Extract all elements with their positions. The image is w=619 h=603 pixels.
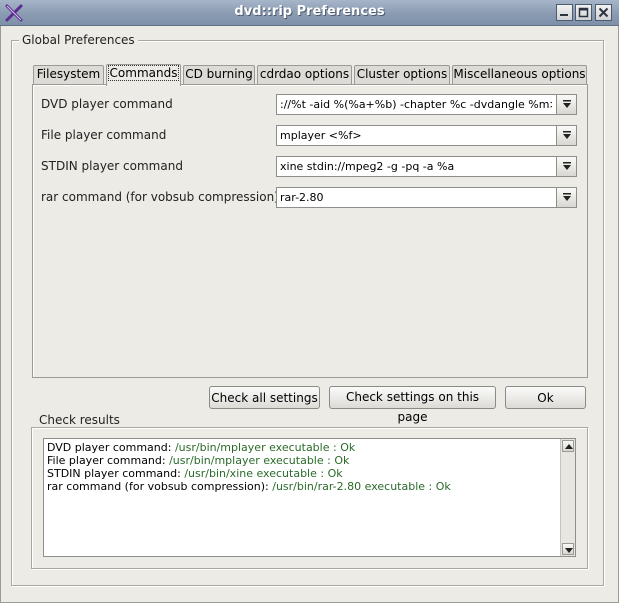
stdin-player-command-input[interactable] [277,157,555,176]
maximize-button[interactable] [575,4,592,21]
global-preferences-label: Global Preferences [19,33,138,47]
stdin-player-command-label: STDIN player command [41,159,183,173]
tab-cdrdao-options[interactable]: cdrdao options [257,65,352,85]
check-results-text: DVD player command: /usr/bin/mplayer exe… [47,441,451,493]
close-icon [598,7,609,18]
chevron-down-icon [563,100,571,108]
tab-commands[interactable]: Commands [106,64,181,86]
scroll-down-button[interactable] [562,543,574,555]
window-title: dvd::rip Preferences [234,4,385,19]
result-line: DVD player command: /usr/bin/mplayer exe… [47,441,356,454]
minimize-icon [560,14,568,16]
result-line: STDIN player command: /usr/bin/xine exec… [47,467,343,480]
file-player-command-input[interactable] [277,126,555,145]
file-player-command-dropdown-button[interactable] [556,126,576,145]
close-button[interactable] [595,4,612,21]
rar-command-dropdown-button[interactable] [556,188,576,207]
result-line: File player command: /usr/bin/mplayer ex… [47,454,350,467]
title-bar[interactable]: dvd::rip Preferences [0,0,619,26]
check-results-label: Check results [36,413,123,427]
ok-button[interactable]: Ok [505,386,586,409]
maximize-icon [578,7,589,18]
check-results-textarea[interactable]: DVD player command: /usr/bin/mplayer exe… [43,438,576,557]
dvd-player-command-label: DVD player command [41,97,173,111]
check-all-settings-button[interactable]: Check all settings [209,386,320,409]
rar-command-combo[interactable] [276,187,577,208]
check-results-scrollbar[interactable] [560,439,575,556]
check-settings-on-page-button[interactable]: Check settings on this page [329,386,496,424]
file-player-command-label: File player command [41,128,167,142]
tab-cluster-options[interactable]: Cluster options [354,65,450,85]
arrow-up-icon [565,444,573,449]
chevron-down-icon [563,162,571,170]
file-player-command-combo[interactable] [276,125,577,146]
chevron-down-icon [563,131,571,139]
scroll-up-button[interactable] [562,440,574,452]
result-line: rar command (for vobsub compression): /u… [47,480,451,493]
tab-miscellaneous-options[interactable]: Miscellaneous options [452,65,587,85]
dvd-player-command-input[interactable] [277,95,555,114]
arrow-down-icon [565,548,573,553]
tab-filesystem[interactable]: Filesystem [33,65,104,85]
rar-command-label: rar command (for vobsub compression) [41,190,279,204]
chevron-down-icon [563,193,571,201]
dvd-player-command-combo[interactable] [276,94,577,115]
rar-command-input[interactable] [277,188,555,207]
stdin-player-command-combo[interactable] [276,156,577,177]
dvd-player-command-dropdown-button[interactable] [556,95,576,114]
stdin-player-command-dropdown-button[interactable] [556,157,576,176]
minimize-button[interactable] [556,4,573,21]
tab-cd-burning[interactable]: CD burning [183,65,255,85]
